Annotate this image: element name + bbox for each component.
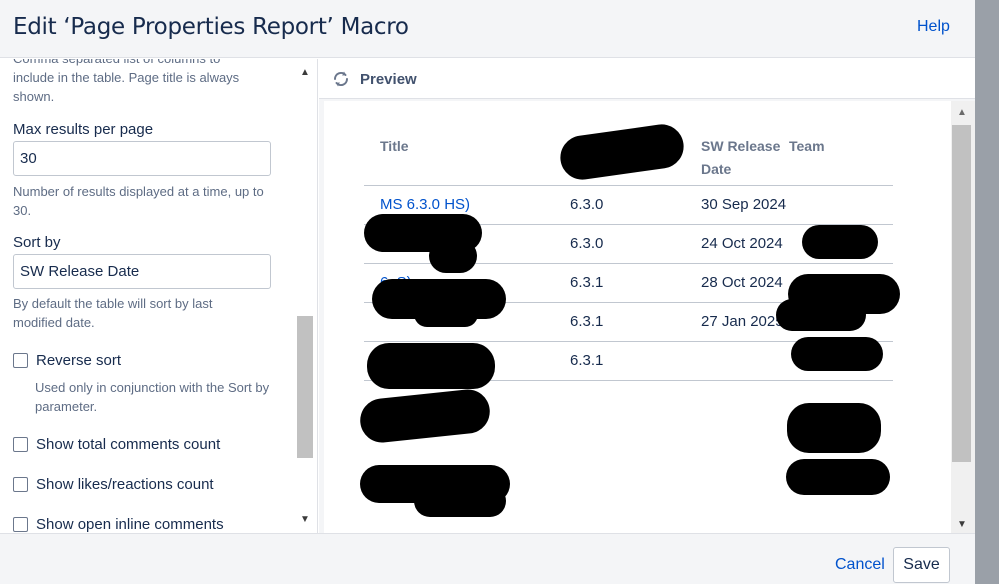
dialog-title: Edit ‘Page Properties Report’ Macro xyxy=(13,14,409,40)
preview-header: Preview xyxy=(319,59,975,99)
reverse-sort-checkbox[interactable]: Reverse sort xyxy=(13,352,121,369)
show-likes-checkbox[interactable]: Show likes/reactions count xyxy=(13,476,214,493)
show-open-inline-label: Show open inline comments xyxy=(36,516,224,533)
release-date-cell: 27 Jan 2025 xyxy=(696,302,789,342)
scrollbar-thumb[interactable] xyxy=(297,316,313,458)
reverse-sort-help: Used only in conjunction with the Sort b… xyxy=(35,380,270,414)
show-total-comments-checkbox[interactable]: Show total comments count xyxy=(13,436,220,453)
scroll-down-arrow-icon[interactable]: ▼ xyxy=(957,519,967,530)
version-cell: 6.3.1 xyxy=(554,302,696,342)
max-results-input[interactable] xyxy=(13,141,271,176)
column-header-title: Title xyxy=(364,123,554,186)
preview-area: Title SW Release Date Team MS 6.3.0 HS) … xyxy=(319,101,975,533)
redaction-mark xyxy=(802,225,878,259)
sort-by-label: Sort by xyxy=(13,234,61,251)
redaction-mark xyxy=(414,485,506,517)
left-scrollbar[interactable]: ▲ ▼ xyxy=(296,59,317,533)
scroll-up-arrow-icon[interactable]: ▲ xyxy=(300,67,310,78)
redaction-mark xyxy=(414,301,478,327)
team-cell xyxy=(789,185,893,225)
redaction-mark xyxy=(358,387,492,445)
refresh-icon[interactable] xyxy=(331,69,351,89)
checkbox-box[interactable] xyxy=(13,437,28,452)
redaction-mark xyxy=(787,403,881,453)
scroll-down-arrow-icon[interactable]: ▼ xyxy=(300,514,310,525)
background-overlay xyxy=(975,0,999,584)
scroll-up-arrow-icon[interactable]: ▲ xyxy=(957,107,967,118)
show-likes-label: Show likes/reactions count xyxy=(36,476,214,493)
checkbox-box[interactable] xyxy=(13,517,28,532)
redaction-mark xyxy=(367,343,495,389)
release-date-cell: 30 Sep 2024 xyxy=(696,185,789,225)
sort-by-input[interactable] xyxy=(13,254,271,289)
checkbox-box[interactable] xyxy=(13,477,28,492)
redaction-mark xyxy=(429,239,477,273)
macro-parameters-panel[interactable]: Comma separated list of columns to inclu… xyxy=(0,59,318,533)
columns-description: Comma separated list of columns to inclu… xyxy=(13,59,240,104)
preview-scrollbar[interactable]: ▲ ▼ xyxy=(951,101,975,533)
version-cell: 6.3.1 xyxy=(554,263,696,303)
checkbox-box[interactable] xyxy=(13,353,28,368)
version-cell: 6.3.0 xyxy=(554,224,696,264)
save-button[interactable]: Save xyxy=(893,547,950,583)
sort-by-help: By default the table will sort by last m… xyxy=(13,296,213,330)
preview-panel: Preview Title SW Release Date Team MS 6.… xyxy=(319,59,975,533)
scrollbar-thumb[interactable] xyxy=(952,125,971,462)
show-total-comments-label: Show total comments count xyxy=(36,436,221,453)
show-open-inline-checkbox[interactable]: Show open inline comments xyxy=(13,516,224,533)
cancel-button[interactable]: Cancel xyxy=(835,556,885,574)
help-link[interactable]: Help xyxy=(917,18,950,36)
column-header-team: Team xyxy=(789,123,893,186)
dialog-footer: Cancel Save xyxy=(0,533,975,584)
macro-editor-dialog: Edit ‘Page Properties Report’ Macro Help… xyxy=(0,0,975,584)
max-results-help: Number of results displayed at a time, u… xyxy=(13,184,264,218)
redaction-mark xyxy=(791,337,883,371)
dialog-header: Edit ‘Page Properties Report’ Macro Help xyxy=(0,0,975,58)
column-header-release-date: SW Release Date xyxy=(696,123,789,186)
release-date-cell: 24 Oct 2024 xyxy=(696,224,789,264)
release-date-cell xyxy=(696,341,789,381)
redaction-mark xyxy=(776,299,866,331)
version-cell: 6.3.1 xyxy=(554,341,696,381)
preview-document: Title SW Release Date Team MS 6.3.0 HS) … xyxy=(324,101,951,533)
version-cell: 6.3.0 xyxy=(554,185,696,225)
redaction-mark xyxy=(786,459,890,495)
release-date-cell: 28 Oct 2024 xyxy=(696,263,789,303)
preview-title: Preview xyxy=(360,71,417,88)
reverse-sort-label: Reverse sort xyxy=(36,352,122,369)
max-results-label: Max results per page xyxy=(13,121,154,138)
